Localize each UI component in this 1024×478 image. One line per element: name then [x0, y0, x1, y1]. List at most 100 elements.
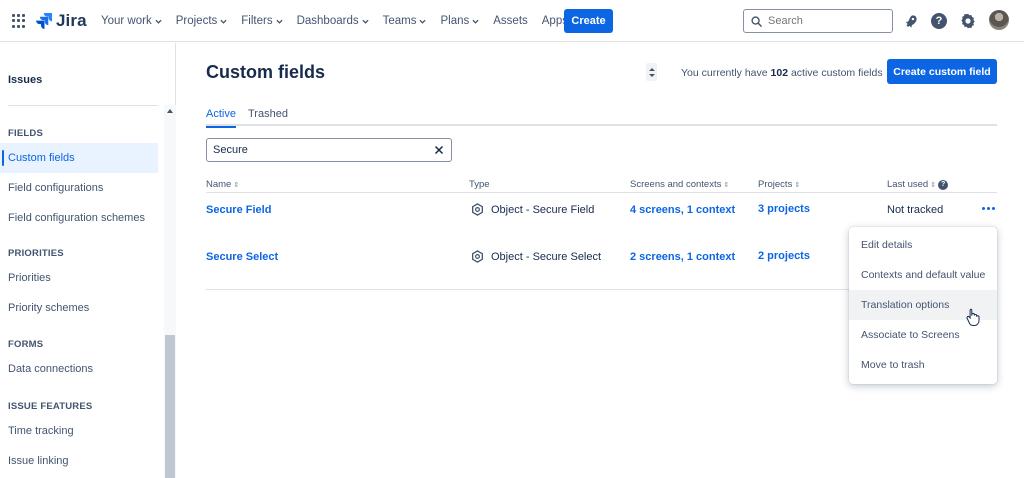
sort-icon[interactable]: ⇕ [794, 181, 800, 189]
sidebar-scroll-thumb[interactable] [165, 335, 175, 478]
nav-item-label: Your work [101, 15, 152, 27]
tab-trashed[interactable]: Trashed [248, 108, 288, 126]
sidebar-item-field-configurations[interactable]: Field configurations [0, 173, 158, 203]
nav-item-your-work[interactable]: Your work [101, 15, 162, 27]
jira-logo[interactable]: Jira [36, 11, 87, 31]
column-header-label: Type [469, 179, 490, 190]
top-navigation: Jira Your work Projects Filters Dashboards T… [0, 0, 1024, 42]
global-search[interactable] [743, 9, 893, 33]
sidebar-title: Issues [8, 74, 43, 86]
info-icon[interactable]: ? [938, 179, 949, 190]
logo-text: Jira [56, 11, 87, 30]
help-glyph: ? [931, 13, 947, 29]
row-type: Object - Secure Field [471, 203, 594, 216]
create-custom-field-button[interactable]: Create custom field [887, 59, 997, 84]
sidebar-section-heading: PRIORITIES [8, 248, 64, 259]
more-horizontal-icon [981, 206, 985, 210]
notifications-rocket-icon[interactable] [901, 12, 919, 30]
row-screens-link[interactable]: 2 screens, 1 context [630, 251, 735, 263]
search-icon [751, 15, 762, 27]
sidebar-item-custom-fields[interactable]: Custom fields [0, 143, 158, 173]
sort-icon[interactable]: ⇕ [233, 181, 239, 189]
tab-bar: Active Trashed [206, 108, 997, 128]
sidebar-item-priority-schemes[interactable]: Priority schemes [0, 293, 158, 323]
chevron-down-icon [648, 73, 655, 77]
help-icon[interactable]: ? [930, 12, 948, 30]
page-title: Custom fields [206, 62, 326, 82]
row-projects-link[interactable]: 3 projects [758, 203, 810, 215]
row-actions-menu: Edit details Contexts and default value Tr… [849, 227, 997, 384]
nav-item-projects[interactable]: Projects [176, 15, 228, 27]
nav-item-label: Plans [440, 15, 470, 27]
sidebar-item-issue-linking[interactable]: Issue linking [0, 446, 158, 476]
hexagon-object-icon [472, 250, 483, 263]
nav-item-label: Filters [241, 15, 273, 27]
count-prefix: You currently have [681, 67, 768, 79]
sidebar-section-heading: ISSUE FEATURES [8, 401, 93, 412]
sort-stepper[interactable] [646, 63, 657, 81]
gear-icon[interactable] [959, 12, 977, 30]
column-header-label: Name [206, 179, 232, 190]
sidebar: Issues FIELDS Custom fields Field configur… [0, 43, 176, 478]
primary-nav: Your work Projects Filters Dashboards Teams P… [101, 0, 592, 42]
user-avatar[interactable] [989, 10, 1009, 30]
sort-icon[interactable]: ⇕ [930, 181, 936, 189]
menu-item-associate-to-screens[interactable]: Associate to Screens [849, 320, 997, 350]
count-suffix: active custom fields [790, 67, 883, 79]
menu-item-edit-details[interactable]: Edit details [849, 230, 997, 260]
row-last-used: Not tracked [887, 204, 944, 216]
count-value: 102 [770, 67, 789, 79]
nav-item-assets[interactable]: Assets [493, 15, 528, 27]
create-button[interactable]: Create [564, 9, 613, 33]
row-name-link[interactable]: Secure Select [206, 251, 278, 263]
row-name-link[interactable]: Secure Field [206, 204, 271, 216]
row-type-label: Object - Secure Select [491, 250, 602, 263]
sidebar-section-heading: FORMS [8, 339, 44, 350]
nav-item-label: Assets [493, 15, 528, 27]
column-header-type: Type [469, 179, 490, 190]
chevron-down-icon [472, 19, 479, 24]
column-header-projects[interactable]: Projects ⇕ [758, 179, 800, 190]
active-field-count: You currently have 102 active custom fie… [681, 67, 883, 79]
table-header-divider [206, 192, 997, 193]
column-header-screens[interactable]: Screens and contexts ⇕ [630, 179, 729, 190]
jira-logo-icon [36, 13, 52, 29]
column-header-name[interactable]: Name ⇕ [206, 179, 239, 190]
scroll-up-arrow-icon[interactable] [167, 109, 173, 113]
hexagon-object-icon [472, 203, 483, 216]
nav-item-teams[interactable]: Teams [383, 15, 427, 27]
column-header-last-used[interactable]: Last used ⇕ ? [887, 179, 949, 190]
menu-item-contexts-and-default-value[interactable]: Contexts and default value [849, 260, 997, 290]
field-filter[interactable] [206, 138, 452, 162]
column-header-label: Last used [887, 179, 929, 190]
column-header-label: Screens and contexts [630, 179, 722, 190]
app-switcher-grid-icon[interactable] [12, 14, 26, 28]
menu-item-translation-options[interactable]: Translation options [849, 290, 997, 320]
close-icon[interactable] [434, 145, 444, 155]
nav-item-dashboards[interactable]: Dashboards [297, 15, 369, 27]
chevron-down-icon [362, 19, 369, 24]
chevron-down-icon [275, 19, 283, 24]
more-actions-button[interactable] [977, 200, 999, 216]
tab-active[interactable]: Active [206, 108, 236, 128]
nav-item-filters[interactable]: Filters [241, 15, 283, 27]
nav-item-label: Teams [382, 15, 417, 27]
column-header-label: Projects [758, 179, 793, 190]
chevron-down-icon [220, 19, 227, 24]
sidebar-item-field-configuration-schemes[interactable]: Field configuration schemes [0, 203, 158, 233]
chevron-down-icon [419, 19, 427, 24]
sort-icon[interactable]: ⇕ [723, 181, 729, 189]
sidebar-item-priorities[interactable]: Priorities [0, 263, 158, 293]
row-projects-link[interactable]: 2 projects [758, 250, 810, 262]
nav-item-label: Projects [175, 15, 218, 27]
filter-input[interactable] [213, 144, 428, 156]
chevron-up-icon [648, 67, 655, 71]
search-input[interactable] [768, 15, 888, 27]
row-screens-link[interactable]: 4 screens, 1 context [630, 204, 735, 216]
sidebar-item-data-connections[interactable]: Data connections [0, 354, 158, 384]
nav-item-plans[interactable]: Plans [440, 15, 479, 27]
chevron-down-icon [155, 19, 162, 24]
sidebar-item-time-tracking[interactable]: Time tracking [0, 416, 158, 446]
nav-item-label: Dashboards [296, 15, 359, 27]
menu-item-move-to-trash[interactable]: Move to trash [849, 350, 997, 380]
